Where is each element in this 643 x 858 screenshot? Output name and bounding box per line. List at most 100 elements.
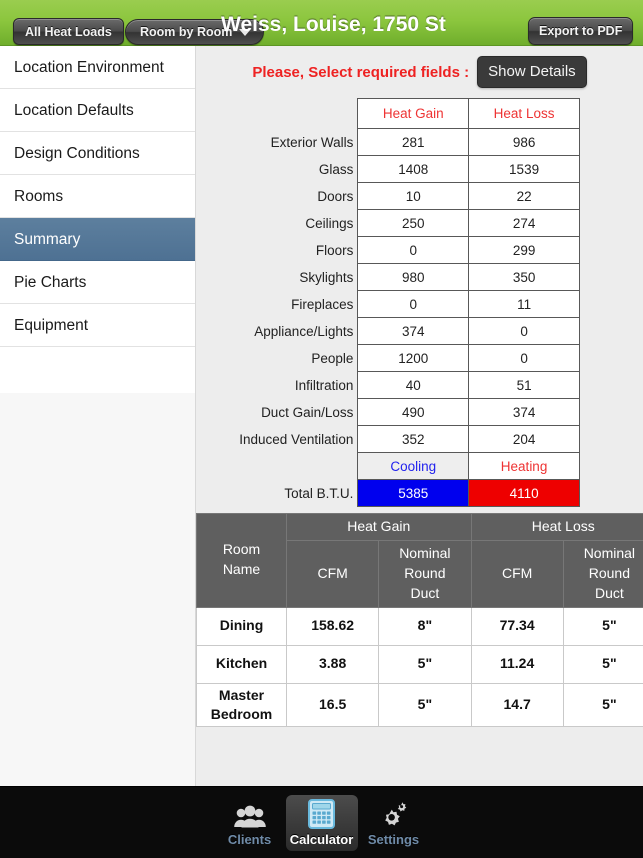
- sidebar-item-label: Location Environment: [14, 59, 164, 76]
- room-name-line-1: Room: [222, 541, 261, 558]
- table-row: Infiltration 40 51: [196, 371, 580, 399]
- cell-gain-cfm: 158.62: [285, 606, 380, 646]
- cell-loss-duct: 5": [562, 644, 643, 684]
- cell-gain: 281: [357, 128, 470, 156]
- row-label-fireplaces: Fireplaces: [291, 296, 354, 312]
- row-label-duct-gain-loss: Duct Gain/Loss: [261, 404, 354, 420]
- cooling-mode-label: Cooling: [357, 452, 470, 480]
- app-root: All Heat Loads Room by Room Weiss, Louis…: [0, 0, 643, 858]
- cell-loss: 204: [468, 425, 580, 453]
- row-label-doors: Doors: [317, 188, 354, 204]
- sidebar-item-label: Pie Charts: [14, 274, 87, 291]
- room-by-room-dropdown[interactable]: Room by Room: [125, 19, 265, 45]
- cell-gain: 0: [357, 290, 470, 318]
- table-row: People 1200 0: [196, 344, 580, 372]
- table-row: Exterior Walls 281 986: [196, 128, 580, 156]
- cell-loss: 51: [468, 371, 580, 399]
- tab-calculator[interactable]: Calculator: [285, 794, 358, 851]
- export-to-pdf-button[interactable]: Export to PDF: [528, 17, 634, 45]
- cell-loss: 350: [468, 263, 580, 291]
- all-heat-loads-button[interactable]: All Heat Loads: [13, 18, 124, 45]
- cell-gain: 980: [357, 263, 470, 291]
- sidebar-item-location-environment[interactable]: Location Environment: [0, 46, 195, 89]
- table-row[interactable]: Kitchen 3.88 5" 11.24 5": [196, 644, 643, 684]
- column-header-heat-gain: Heat Gain: [357, 98, 470, 129]
- table-row: Ceilings 250 274: [196, 209, 580, 237]
- row-label-exterior-walls: Exterior Walls: [270, 134, 354, 150]
- cell-gain-cfm: 3.88: [285, 644, 380, 684]
- calculator-icon: [308, 798, 335, 829]
- mode-row-spacer: [196, 453, 358, 480]
- table-row: Glass 1408 1539: [196, 155, 580, 183]
- room-by-room-label: Room by Room: [140, 25, 233, 39]
- total-cooling-value: 5385: [357, 479, 470, 507]
- duct-line-1: Nominal: [399, 544, 451, 561]
- table-row: Appliance/Lights 374 0: [196, 317, 580, 345]
- group-header-heat-loss: Heat Loss: [470, 513, 643, 541]
- duct-line-3: Duct: [410, 584, 440, 601]
- table-row[interactable]: Master Bedroom 16.5 5" 14.7 5": [196, 682, 643, 728]
- column-header-loss-duct: Nominal Round Duct: [562, 539, 643, 608]
- sidebar-item-pie-charts[interactable]: Pie Charts: [0, 261, 195, 304]
- sidebar-item-label: Location Defaults: [14, 102, 134, 119]
- total-row: Total B.T.U. 5385 4110: [196, 479, 580, 507]
- cell-gain: 490: [357, 398, 470, 426]
- duct-line-3: Duct: [594, 584, 624, 601]
- cell-loss: 274: [468, 209, 580, 237]
- cell-loss-duct: 5": [562, 682, 643, 728]
- main-content: Please, Select required fields : Show De…: [196, 46, 643, 786]
- cell-room-name: Master Bedroom: [196, 682, 287, 728]
- show-details-button[interactable]: Show Details: [477, 56, 587, 88]
- room-name-line-2: Name: [222, 561, 261, 578]
- total-heating-value: 4110: [468, 479, 580, 507]
- cell-gain: 374: [357, 317, 470, 345]
- cell-gain: 0: [357, 236, 470, 264]
- cell-gain: 352: [357, 425, 470, 453]
- bottom-tab-bar: Clients Calculator Settings: [0, 786, 643, 858]
- select-fields-bar: Please, Select required fields : Show De…: [196, 56, 643, 88]
- cell-gain: 250: [357, 209, 470, 237]
- tab-label: Settings: [367, 831, 420, 847]
- table-row: Induced Ventilation 352 204: [196, 425, 580, 453]
- column-header-room-name: Room Name: [196, 513, 287, 608]
- people-icon: [233, 799, 267, 829]
- duct-line-2: Round: [404, 564, 446, 581]
- sidebar-empty-area: [0, 393, 195, 786]
- sidebar-item-rooms[interactable]: Rooms: [0, 175, 195, 218]
- tab-label: Clients: [227, 831, 272, 847]
- sidebar-item-label: Rooms: [14, 188, 64, 205]
- column-header-loss-cfm: CFM: [470, 539, 564, 608]
- cell-gain-duct: 8": [378, 606, 472, 646]
- export-to-pdf-label: Export to PDF: [539, 24, 623, 38]
- column-header-gain-cfm: CFM: [285, 539, 380, 608]
- table-row: Duct Gain/Loss 490 374: [196, 398, 580, 426]
- table-group-header-row: Room Name Heat Gain Heat Loss: [196, 513, 643, 608]
- duct-line-1: Nominal: [583, 544, 636, 561]
- cell-room-name: Kitchen: [196, 644, 287, 684]
- cell-loss: 22: [468, 182, 580, 210]
- cell-loss-cfm: 14.7: [470, 682, 564, 728]
- sidebar-item-label: Design Conditions: [14, 145, 140, 162]
- all-heat-loads-label: All Heat Loads: [25, 24, 112, 39]
- sidebar-item-summary[interactable]: Summary: [0, 218, 195, 261]
- tab-clients[interactable]: Clients: [214, 795, 286, 851]
- gears-icon: [378, 799, 410, 829]
- table-header-row: Heat Gain Heat Loss: [196, 98, 580, 129]
- table-row[interactable]: Dining 158.62 8" 77.34 5": [196, 606, 643, 646]
- row-label-people: People: [311, 350, 354, 366]
- tab-settings[interactable]: Settings: [358, 795, 430, 851]
- cell-gain-duct: 5": [378, 682, 472, 728]
- sidebar-item-equipment[interactable]: Equipment: [0, 304, 195, 347]
- top-toolbar: All Heat Loads Room by Room Weiss, Louis…: [0, 0, 643, 46]
- sidebar-item-location-defaults[interactable]: Location Defaults: [0, 89, 195, 132]
- cell-loss-cfm: 11.24: [470, 644, 564, 684]
- select-required-fields-message: Please, Select required fields :: [252, 63, 470, 81]
- column-header-heat-loss: Heat Loss: [468, 98, 580, 129]
- table-row: Floors 0 299: [196, 236, 580, 264]
- room-table-wrapper: Room Name Heat Gain Heat Loss CFM Nomina…: [196, 513, 643, 728]
- sidebar-item-design-conditions[interactable]: Design Conditions: [0, 132, 195, 175]
- table-row: Skylights 980 350: [196, 263, 580, 291]
- cell-loss: 1539: [468, 155, 580, 183]
- cell-loss-cfm: 77.34: [470, 606, 564, 646]
- sidebar-item-label: Equipment: [14, 317, 89, 334]
